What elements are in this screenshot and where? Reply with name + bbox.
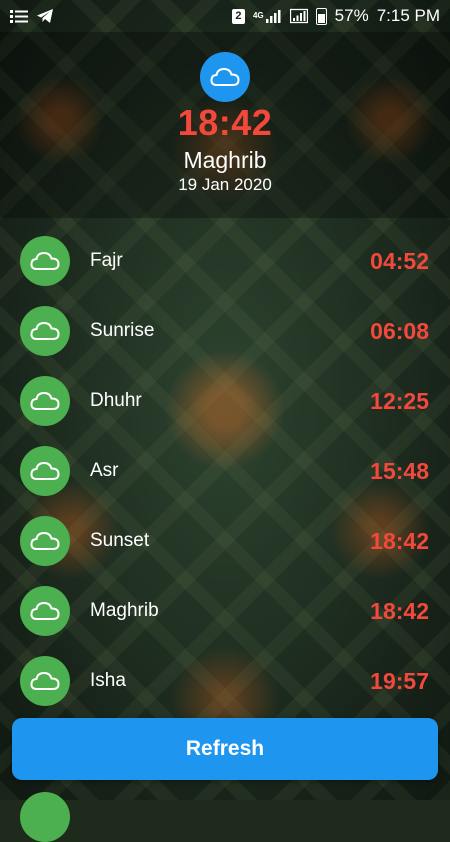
prayer-row-maghrib[interactable]: Maghrib 18:42	[0, 576, 450, 646]
prayer-time: 18:42	[370, 598, 429, 624]
battery-icon	[315, 7, 327, 25]
cloud-icon	[20, 376, 70, 426]
cloud-icon	[20, 656, 70, 706]
prayer-row-asr[interactable]: Asr 15:48	[0, 436, 450, 506]
status-bar: 2 4G 57% 7:15 PM	[0, 0, 450, 32]
prayer-time: 15:48	[370, 458, 429, 484]
current-prayer-time: 18:42	[177, 102, 273, 143]
prayer-time: 04:52	[370, 248, 429, 274]
cloud-icon	[20, 586, 70, 636]
network-type: 4G	[252, 11, 264, 20]
prayer-name: Sunrise	[90, 320, 155, 341]
prayer-row-dhuhr[interactable]: Dhuhr 12:25	[0, 366, 450, 436]
prayer-name: Isha	[90, 670, 126, 691]
cloud-icon	[20, 236, 70, 286]
prayer-name: Asr	[90, 460, 119, 481]
cloud-icon	[20, 516, 70, 566]
prayer-time: 12:25	[370, 388, 429, 414]
prayer-name: Dhuhr	[90, 390, 142, 411]
sim-icon: 2	[231, 8, 245, 24]
current-prayer-name: Maghrib	[183, 147, 267, 173]
signal-icon: 4G	[253, 8, 282, 24]
prayer-row-sunrise[interactable]: Sunrise 06:08	[0, 296, 450, 366]
refresh-button[interactable]: Refresh	[12, 718, 438, 780]
prayer-name: Fajr	[90, 250, 123, 271]
cloud-icon	[20, 446, 70, 496]
current-prayer-header: 18:42 Maghrib 19 Jan 2020	[0, 32, 450, 218]
prayer-row-sunset[interactable]: Sunset 18:42	[0, 506, 450, 576]
menu-icon	[10, 8, 28, 24]
clock: 7:15 PM	[376, 6, 440, 25]
prayer-times-list: Fajr 04:52 Sunrise 06:08 Dhuhr 12:25 Asr…	[0, 226, 450, 716]
prayer-name: Maghrib	[90, 600, 159, 621]
prayer-time: 19:57	[370, 668, 429, 694]
prayer-name: Sunset	[90, 530, 150, 551]
prayer-row-isha[interactable]: Isha 19:57	[0, 646, 450, 716]
prayer-time: 18:42	[370, 528, 429, 554]
prayer-time: 06:08	[370, 318, 429, 344]
cloud-icon	[200, 52, 250, 102]
current-date: 19 Jan 2020	[178, 175, 272, 194]
telegram-icon	[36, 8, 54, 24]
cloud-icon	[20, 306, 70, 356]
signal-2-icon	[289, 8, 308, 24]
prayer-row-fajr[interactable]: Fajr 04:52	[0, 226, 450, 296]
battery-percent: 57%	[334, 6, 369, 25]
